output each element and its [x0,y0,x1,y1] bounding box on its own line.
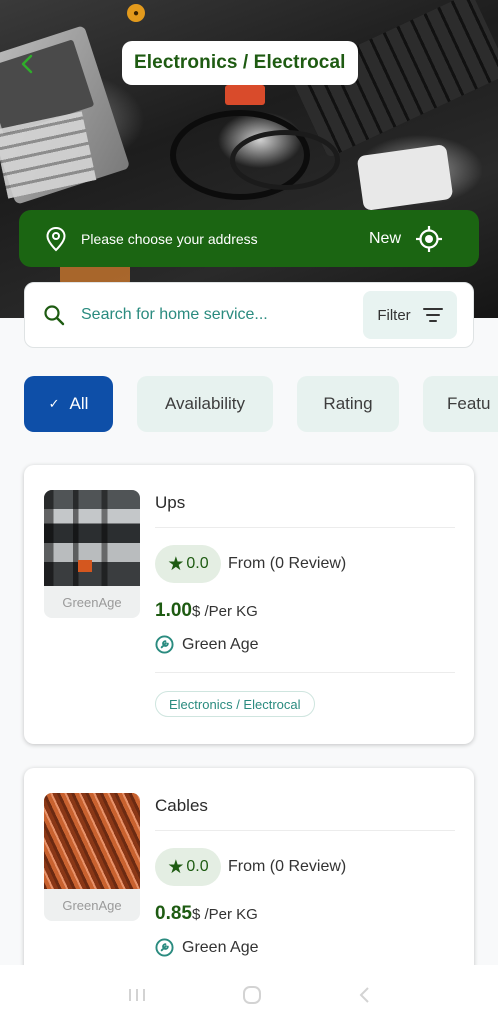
search-icon [44,305,65,326]
wrench-badge-icon [155,635,174,654]
product-price: 0.85$ /Per KG [155,903,258,925]
hero-photo-cable-2 [230,130,340,190]
chip-rating[interactable]: Rating [297,376,399,432]
provider-name: Green Age [182,635,259,653]
chip-availability[interactable]: Availability [137,376,273,432]
filter-label: Filter [377,306,411,324]
price-value: 0.85 [155,903,192,924]
chip-featured-label: Featu [447,394,491,413]
gps-locate-button[interactable] [415,225,443,253]
price-unit: $ /Per KG [191,603,258,620]
price-value: 1.00 [155,600,192,621]
product-card[interactable]: GreenAge Ups ★ 0.0 From (0 Review) 1.00$… [24,465,474,744]
hero-photo-adapter [356,144,454,211]
product-name: Cables [155,796,208,815]
price-unit: $ /Per KG [191,906,258,923]
check-icon: ✓ [48,396,60,411]
rating-value: 0.0 [186,858,209,875]
hero-photo-plug [225,85,265,105]
address-placeholder: Please choose your address [81,230,258,247]
location-pin-icon [46,226,66,251]
provider-info[interactable]: Green Age [155,938,259,957]
chip-all[interactable]: ✓ All [24,376,113,432]
rating-value: 0.0 [186,555,209,572]
notification-status-icon: ● [127,4,145,22]
review-count: From (0 Review) [228,858,347,875]
divider [155,830,455,831]
provider-name: Green Age [182,938,259,956]
star-icon: ★ [167,856,185,878]
review-count: From (0 Review) [228,555,347,572]
provider-info[interactable]: Green Age [155,635,259,654]
system-navigation-bar [0,965,498,1024]
chip-all-label: All [69,394,89,413]
back-nav-icon[interactable] [356,985,372,1005]
back-button[interactable] [12,48,44,80]
product-name: Ups [155,493,186,512]
category-tag[interactable]: Electronics / Electrocal [155,691,315,717]
product-thumbnail: GreenAge [44,793,140,921]
page-title: Electronics / Electrocal [134,52,346,73]
search-bar[interactable]: Search for home service... Filter [24,282,474,348]
divider [155,672,455,673]
chip-rating-label: Rating [323,394,373,413]
page-title-pill: Electronics / Electrocal [122,41,358,85]
crosshair-icon [416,225,442,252]
thumbnail-caption: GreenAge [62,897,122,913]
product-thumbnail: GreenAge [44,490,140,618]
rating-badge: ★ 0.0 [155,848,221,886]
filter-button[interactable]: Filter [363,291,457,339]
new-address-label[interactable]: New [369,230,401,248]
home-icon[interactable] [241,984,263,1006]
filter-chips: ✓ All Availability Rating Featu [0,376,498,434]
chip-availability-label: Availability [164,394,245,413]
divider [155,527,455,528]
rating-badge: ★ 0.0 [155,545,221,583]
filter-lines-icon [422,308,443,322]
arrow-left-icon [21,54,33,74]
search-input[interactable]: Search for home service... [81,306,363,324]
product-image [44,793,140,889]
address-selector[interactable]: Please choose your address New [19,210,479,267]
product-image [44,490,140,586]
product-card[interactable]: GreenAge Cables ★ 0.0 From (0 Review) 0.… [24,768,474,998]
product-price: 1.00$ /Per KG [155,600,258,622]
thumbnail-caption: GreenAge [62,594,122,610]
recent-apps-icon[interactable] [126,986,148,1004]
chip-featured[interactable]: Featu [423,376,498,432]
star-icon: ★ [167,553,185,575]
wrench-badge-icon [155,938,174,957]
